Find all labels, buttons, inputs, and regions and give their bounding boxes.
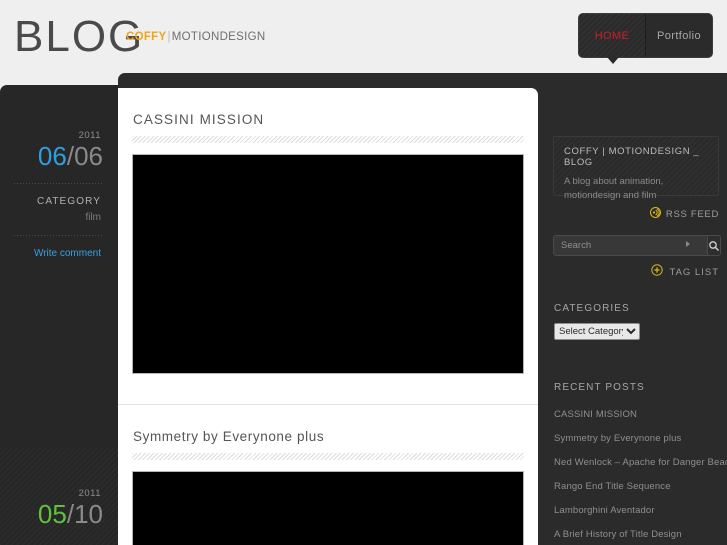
plus-circle-icon — [651, 263, 664, 281]
nav-item-portfolio[interactable]: Portfolio — [646, 14, 712, 57]
recent-posts-heading: RECENT POSTS — [554, 382, 645, 393]
post-month: /06 — [66, 141, 103, 171]
post-title[interactable]: CASSINI MISSION — [118, 88, 538, 127]
list-item[interactable]: Symmetry by Everynone plus — [554, 426, 722, 450]
search-button[interactable] — [707, 235, 721, 256]
about-description: A blog about animation, motiondesign and… — [564, 176, 664, 201]
write-comment-link[interactable]: Write comment — [0, 248, 118, 259]
tagline-suffix: MOTIONDESIGN — [171, 31, 266, 43]
about-title: COFFY | MOTIONDESIGN _ BLOG — [564, 146, 700, 168]
category-select[interactable]: Select Category — [554, 323, 640, 340]
tag-list-label: TAG LIST — [669, 266, 719, 278]
widget-sidebar: COFFY | MOTIONDESIGN _ BLOG A blog about… — [546, 88, 727, 545]
rss-feed-link[interactable]: RSS FEED — [649, 205, 719, 223]
post-meta-1: 2011 06/06 CATEGORY film Write comment — [0, 85, 118, 448]
list-item[interactable]: A Brief History of Title Design — [554, 522, 722, 545]
meta-divider — [14, 183, 104, 184]
post-date: 06/06 — [0, 141, 118, 171]
category-value[interactable]: film — [0, 212, 118, 223]
title-rule — [132, 136, 524, 143]
main-content: CASSINI MISSION Symmetry by Everynone pl… — [118, 88, 538, 545]
category-label: CATEGORY — [37, 196, 101, 207]
post-video-embed[interactable] — [132, 154, 524, 374]
post-year: 2011 — [78, 488, 101, 499]
categories-heading: CATEGORIES — [554, 303, 630, 314]
meta-divider-2 — [14, 235, 104, 236]
post-meta-sidebar: 2011 06/06 CATEGORY film Write comment 2… — [0, 85, 118, 545]
post-item: CASSINI MISSION — [118, 88, 538, 405]
site-tagline: COFFY|MOTIONDESIGN — [126, 31, 265, 43]
post-item: Symmetry by Everynone plus — [118, 405, 538, 545]
post-month: /10 — [66, 499, 103, 529]
post-date: 05/10 — [0, 499, 118, 529]
tag-list-link[interactable]: TAG LIST — [651, 263, 719, 281]
search-widget — [553, 235, 721, 256]
post-year: 2011 — [78, 130, 101, 141]
page-root: BLOG COFFY|MOTIONDESIGN HOME Portfolio 2… — [0, 0, 727, 545]
post-title[interactable]: Symmetry by Everynone plus — [118, 405, 538, 444]
search-input[interactable] — [553, 235, 707, 256]
list-item[interactable]: Ned Wenlock – Apache for Danger Beach — [554, 450, 727, 474]
about-widget: COFFY | MOTIONDESIGN _ BLOG A blog about… — [553, 136, 719, 201]
list-item[interactable]: Lamborghini Aventador — [554, 498, 722, 522]
list-item[interactable]: Rango End Title Sequence — [554, 474, 722, 498]
nav-active-arrow-icon — [607, 57, 619, 64]
tagline-brand: COFFY — [126, 31, 167, 43]
site-header: BLOG COFFY|MOTIONDESIGN HOME Portfolio — [0, 0, 727, 73]
post-day: 06 — [37, 141, 67, 171]
rss-label: RSS FEED — [665, 208, 719, 220]
post-meta-2: 2011 05/10 — [0, 448, 118, 545]
post-video-embed[interactable] — [132, 471, 524, 545]
list-item[interactable]: CASSINI MISSION — [554, 402, 722, 426]
title-rule — [132, 453, 524, 460]
search-caret-icon — [686, 241, 690, 247]
nav-item-home[interactable]: HOME — [579, 14, 646, 57]
recent-posts-list: CASSINI MISSION Symmetry by Everynone pl… — [554, 402, 727, 545]
site-logo: BLOG — [14, 12, 145, 61]
post-day: 05 — [37, 499, 67, 529]
search-icon — [709, 240, 719, 251]
rss-icon — [649, 205, 661, 223]
main-navigation: HOME Portfolio — [578, 13, 713, 58]
